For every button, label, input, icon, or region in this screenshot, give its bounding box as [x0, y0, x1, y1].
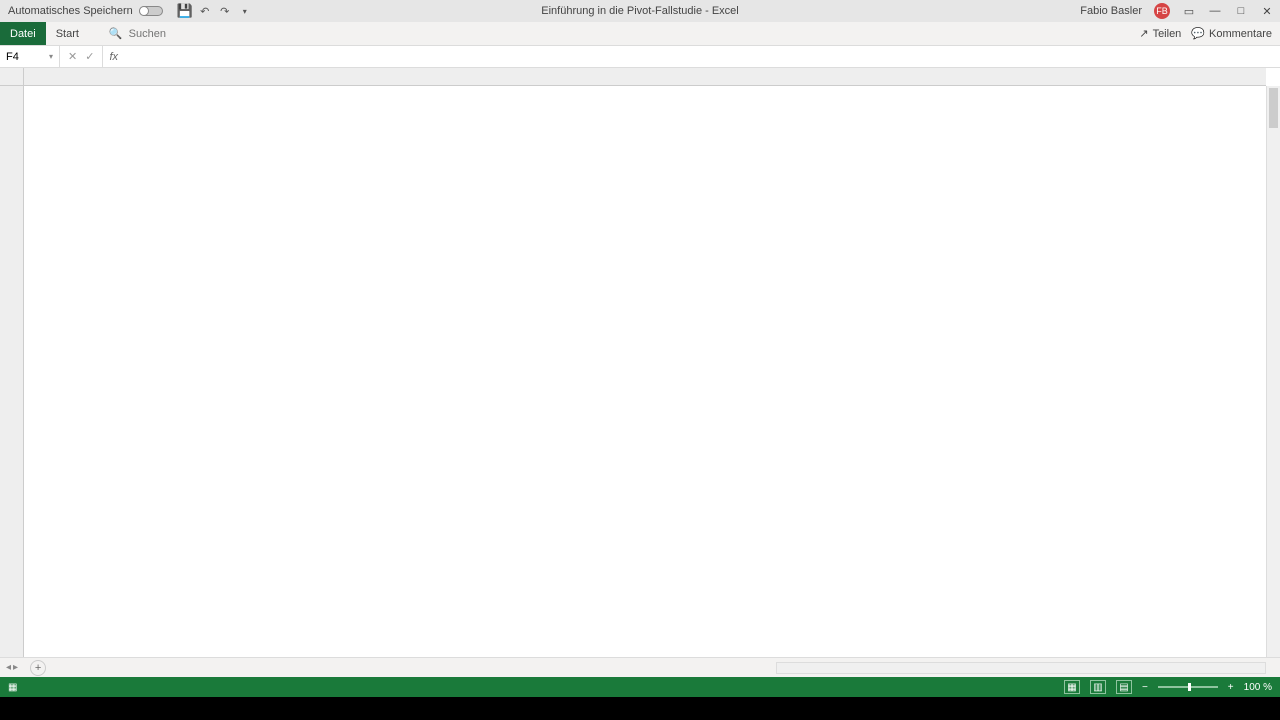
share-icon: ↗ — [1139, 27, 1148, 40]
quick-access-toolbar: 💾 ↶ ↷ ▾ — [179, 5, 251, 17]
minimize-icon[interactable]: — — [1208, 4, 1222, 18]
toggle-switch-icon[interactable] — [139, 6, 163, 16]
ribbon-display-icon[interactable]: ▭ — [1182, 4, 1196, 18]
status-bar: ▦ ▦ ▥ ▤ − + 100 % — [0, 677, 1280, 697]
zoom-in-icon[interactable]: + — [1228, 682, 1234, 693]
zoom-out-icon[interactable]: − — [1142, 682, 1148, 693]
comment-icon: 💬 — [1191, 27, 1205, 40]
accept-formula-icon[interactable]: ✓ — [85, 50, 94, 63]
user-name[interactable]: Fabio Basler — [1080, 5, 1142, 17]
user-avatar[interactable]: FB — [1154, 3, 1170, 19]
ribbon-tabs: Datei Start 🔍 ↗ Teilen 💬 Kommentare — [0, 22, 1280, 46]
select-all-corner[interactable] — [0, 68, 24, 86]
maximize-icon[interactable]: □ — [1234, 4, 1248, 18]
tab-file[interactable]: Datei — [0, 22, 46, 45]
sheet-nav-prev-icon[interactable]: ◂ — [6, 662, 11, 673]
close-icon[interactable]: ✕ — [1260, 4, 1274, 18]
search-icon: 🔍 — [109, 27, 123, 40]
name-box-value: F4 — [6, 51, 19, 63]
sheet-tabs-bar: ◂ ▸ + — [0, 657, 1280, 677]
fx-label[interactable]: fx — [103, 51, 124, 63]
autosave-toggle[interactable]: Automatisches Speichern — [0, 5, 171, 17]
search-input[interactable] — [129, 28, 229, 40]
autosave-label: Automatisches Speichern — [8, 5, 133, 17]
cells-area[interactable] — [24, 86, 1266, 657]
sheet-nav-next-icon[interactable]: ▸ — [13, 662, 18, 673]
page-break-view-icon[interactable]: ▤ — [1116, 680, 1132, 694]
row-headers — [0, 86, 24, 657]
zoom-value[interactable]: 100 % — [1244, 682, 1272, 693]
save-icon[interactable]: 💾 — [179, 5, 191, 17]
horizontal-scrollbar[interactable] — [776, 662, 1266, 674]
status-ready-icon: ▦ — [8, 682, 17, 693]
share-label: Teilen — [1153, 28, 1182, 40]
normal-view-icon[interactable]: ▦ — [1064, 680, 1080, 694]
tab-start[interactable]: Start — [46, 22, 89, 45]
zoom-slider[interactable] — [1158, 686, 1218, 688]
spreadsheet-grid[interactable] — [0, 68, 1280, 657]
formula-bar: F4 ✕ ✓ fx — [0, 46, 1280, 68]
title-bar: Automatisches Speichern 💾 ↶ ↷ ▾ Einführu… — [0, 0, 1280, 22]
qat-dropdown-icon[interactable]: ▾ — [239, 5, 251, 17]
page-layout-view-icon[interactable]: ▥ — [1090, 680, 1106, 694]
vertical-scrollbar[interactable] — [1266, 86, 1280, 657]
name-box[interactable]: F4 — [0, 46, 60, 67]
comments-button[interactable]: 💬 Kommentare — [1191, 27, 1272, 40]
undo-icon[interactable]: ↶ — [199, 5, 211, 17]
redo-icon[interactable]: ↷ — [219, 5, 231, 17]
document-title: Einführung in die Pivot-Fallstudie - Exc… — [541, 5, 738, 17]
column-headers — [24, 68, 1266, 86]
share-button[interactable]: ↗ Teilen — [1139, 27, 1181, 40]
search-box[interactable]: 🔍 — [109, 27, 229, 40]
add-sheet-button[interactable]: + — [30, 660, 46, 676]
comments-label: Kommentare — [1209, 28, 1272, 40]
cancel-formula-icon[interactable]: ✕ — [68, 50, 77, 63]
